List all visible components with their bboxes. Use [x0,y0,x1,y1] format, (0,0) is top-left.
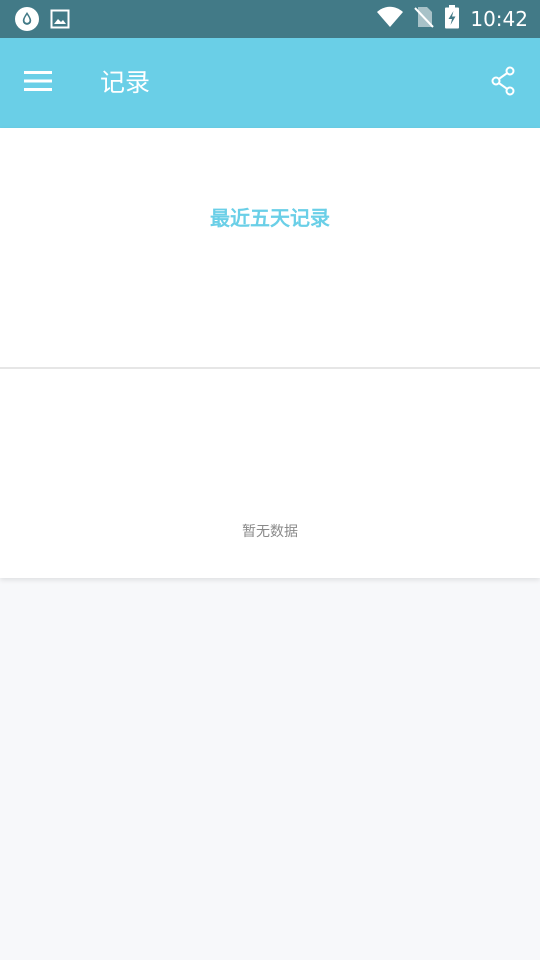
water-drop-icon [14,6,40,36]
hamburger-menu-icon [24,69,52,97]
share-button[interactable] [486,66,520,100]
menu-button[interactable] [18,63,58,103]
battery-charging-icon [444,5,460,33]
status-right-icons: 10:42 [376,5,528,33]
image-icon [50,9,70,33]
page-title: 记录 [100,68,151,97]
wifi-icon [376,6,404,32]
no-sim-icon [414,6,435,32]
empty-state-text: 暂无数据 [242,524,298,540]
status-left-icons [14,6,70,36]
status-bar: 10:42 [0,0,540,38]
share-icon [489,66,517,100]
card-title: 最近五天记录 [210,206,330,230]
status-time: 10:42 [470,7,528,31]
records-card: 最近五天记录 暂无数据 [0,128,540,578]
card-divider [0,367,540,369]
app-bar: 记录 [0,38,540,128]
